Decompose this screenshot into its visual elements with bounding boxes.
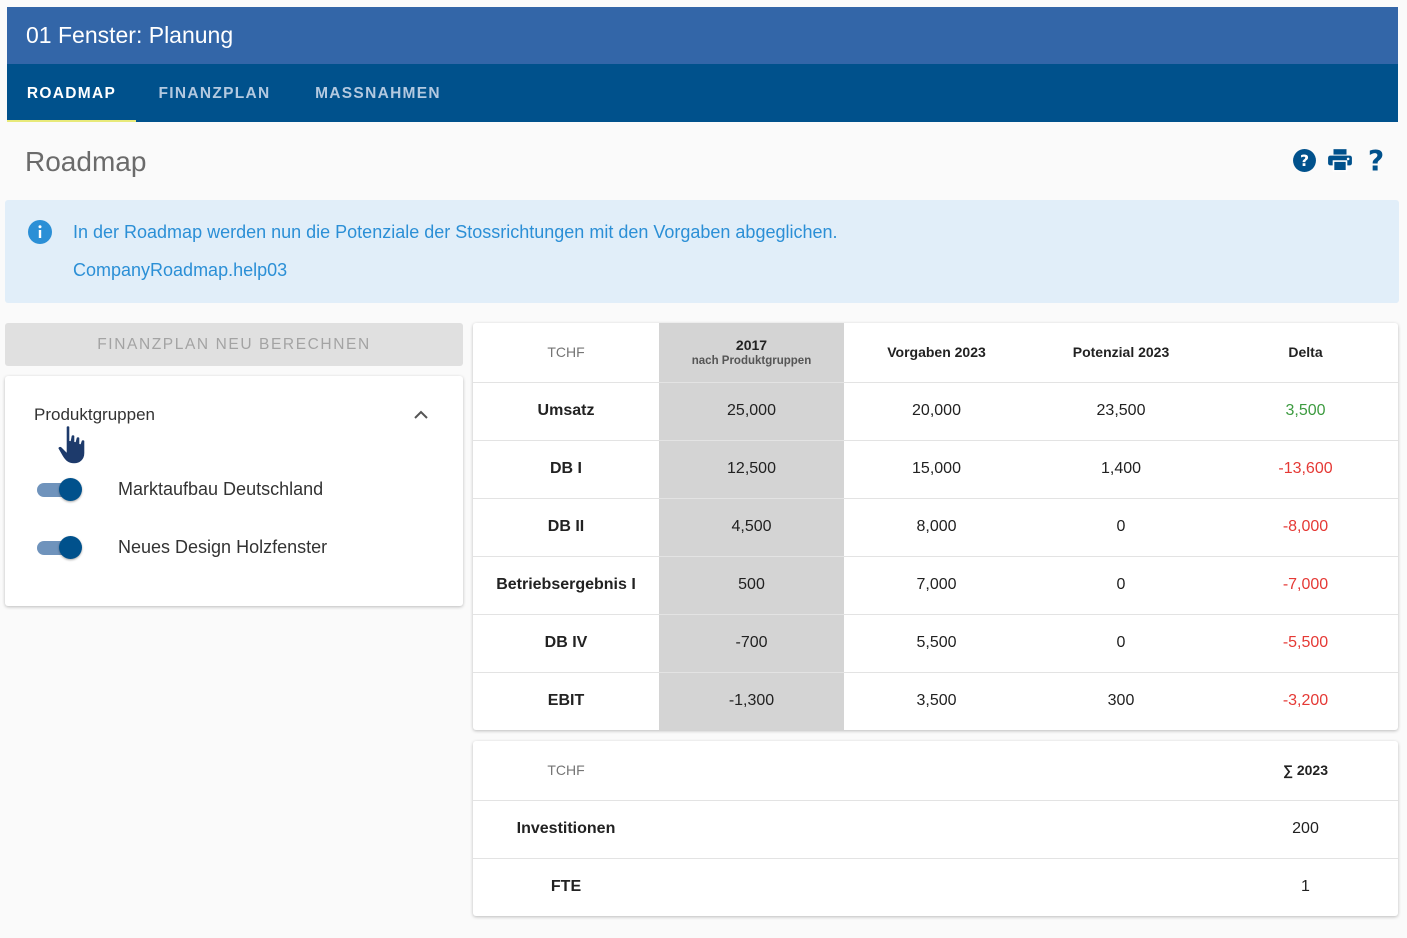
row-label: DB II <box>547 518 585 535</box>
cell-delta: -13,600 <box>1278 460 1333 477</box>
info-text: In der Roadmap werden nun die Potenziale… <box>73 222 838 242</box>
roadmap-table-card: TCHF 2017 nach Produktgruppen Vorgaben 20… <box>473 323 1398 730</box>
col-header-delta: Delta <box>1288 344 1323 361</box>
cell-sum-2023: 200 <box>1292 820 1319 837</box>
unit-header: TCHF <box>547 344 585 361</box>
app-title: 01 Fenster: Planung <box>7 7 1398 64</box>
cell-vorgaben: 5,500 <box>916 634 957 651</box>
cell-potenzial: 0 <box>1116 518 1126 535</box>
unit-header: TCHF <box>547 762 585 779</box>
chevron-up-icon[interactable] <box>413 406 429 424</box>
table-row: FTE 1 <box>473 858 1398 916</box>
help-circle-icon[interactable]: ? <box>1291 146 1317 174</box>
hand-pointer-icon <box>57 424 89 471</box>
cell-vorgaben: 8,000 <box>916 518 957 535</box>
cell-2017: -1,300 <box>659 672 844 730</box>
row-label: DB I <box>550 460 582 477</box>
print-icon[interactable] <box>1327 146 1353 174</box>
cell-vorgaben: 7,000 <box>916 576 957 593</box>
cell-potenzial: 0 <box>1116 634 1126 651</box>
table-row: DB IV -700 5,500 0 -5,500 <box>473 614 1398 672</box>
cell-vorgaben: 3,500 <box>916 692 957 710</box>
produktgruppen-panel: Produktgruppen Marktaufbau Deutschland N… <box>5 376 463 606</box>
info-help-key: CompanyRoadmap.help03 <box>73 260 288 280</box>
header-actions: ? ? <box>1291 146 1389 174</box>
cell-potenzial: 1,400 <box>1100 460 1142 477</box>
page-title: Roadmap <box>25 146 147 177</box>
question-mark-icon[interactable]: ? <box>1363 146 1389 174</box>
table-row: DB II 4,500 8,000 0 -8,000 <box>473 498 1398 556</box>
cell-delta: -8,000 <box>1282 518 1329 535</box>
toggle-switch[interactable] <box>37 478 82 501</box>
tab-massnahmen[interactable]: MASSNAHMEN <box>293 64 463 122</box>
info-banner: In der Roadmap werden nun die Potenziale… <box>5 200 1399 303</box>
cell-vorgaben: 15,000 <box>912 460 961 477</box>
cell-2017: 500 <box>659 556 844 614</box>
cell-2017: -700 <box>659 614 844 672</box>
cell-2017: 12,500 <box>659 440 844 498</box>
tab-finanzplan[interactable]: FINANZPLAN <box>136 64 293 122</box>
info-icon <box>28 220 52 249</box>
cell-sum-2023: 1 <box>1301 878 1310 896</box>
svg-text:?: ? <box>1299 152 1308 170</box>
row-label: DB IV <box>544 634 588 651</box>
cell-potenzial: 0 <box>1116 576 1126 593</box>
row-label: FTE <box>550 878 582 896</box>
roadmap-table: TCHF 2017 nach Produktgruppen Vorgaben 20… <box>473 323 1398 730</box>
row-label: EBIT <box>547 692 585 710</box>
cell-delta: -3,200 <box>1282 692 1329 710</box>
table-row: DB I 12,500 15,000 1,400 -13,600 <box>473 440 1398 498</box>
col-header-sum-2023: ∑ 2023 <box>1282 762 1328 779</box>
investment-table-card: TCHF ∑ 2023 Investitionen 200 FTE 1 <box>473 741 1398 916</box>
table-row: EBIT -1,300 3,500 300 -3,200 <box>473 672 1398 730</box>
table-header-row: TCHF ∑ 2023 <box>473 741 1398 800</box>
toggle-switch[interactable] <box>37 536 82 559</box>
cell-delta: -5,500 <box>1282 634 1329 651</box>
produktgruppen-title[interactable]: Produktgruppen <box>34 405 155 425</box>
row-label: Umsatz <box>537 402 595 419</box>
recalculate-finanzplan-button[interactable]: FINANZPLAN NEU BERECHNEN <box>5 323 463 366</box>
investment-table: TCHF ∑ 2023 Investitionen 200 FTE 1 <box>473 741 1398 916</box>
produktgruppe-label: Marktaufbau Deutschland <box>118 479 324 499</box>
row-label: Betriebsergebnis I <box>496 576 636 593</box>
cell-delta: -7,000 <box>1282 576 1329 593</box>
col-header-vorgaben: Vorgaben 2023 <box>887 344 986 361</box>
col-header-potenzial: Potenzial 2023 <box>1072 344 1170 361</box>
cell-potenzial: 300 <box>1107 692 1135 710</box>
tab-roadmap[interactable]: ROADMAP <box>7 64 136 122</box>
cell-delta: 3,500 <box>1285 402 1326 419</box>
table-row: Investitionen 200 <box>473 800 1398 858</box>
svg-text:?: ? <box>1368 147 1384 173</box>
table-row: Betriebsergebnis I 500 7,000 0 -7,000 <box>473 556 1398 614</box>
col-header-2017: 2017 nach Produktgruppen <box>659 323 844 382</box>
table-header-row: TCHF 2017 nach Produktgruppen Vorgaben 20… <box>473 323 1398 382</box>
cell-potenzial: 23,500 <box>1096 402 1146 419</box>
table-row: Umsatz 25,000 20,000 23,500 3,500 <box>473 382 1398 440</box>
cell-2017: 25,000 <box>659 382 844 440</box>
cell-2017: 4,500 <box>659 498 844 556</box>
row-label: Investitionen <box>516 820 616 837</box>
tab-bar: ROADMAP FINANZPLAN MASSNAHMEN <box>7 64 1398 122</box>
cell-vorgaben: 20,000 <box>912 402 961 419</box>
produktgruppe-label: Neues Design Holzfenster <box>118 537 328 557</box>
